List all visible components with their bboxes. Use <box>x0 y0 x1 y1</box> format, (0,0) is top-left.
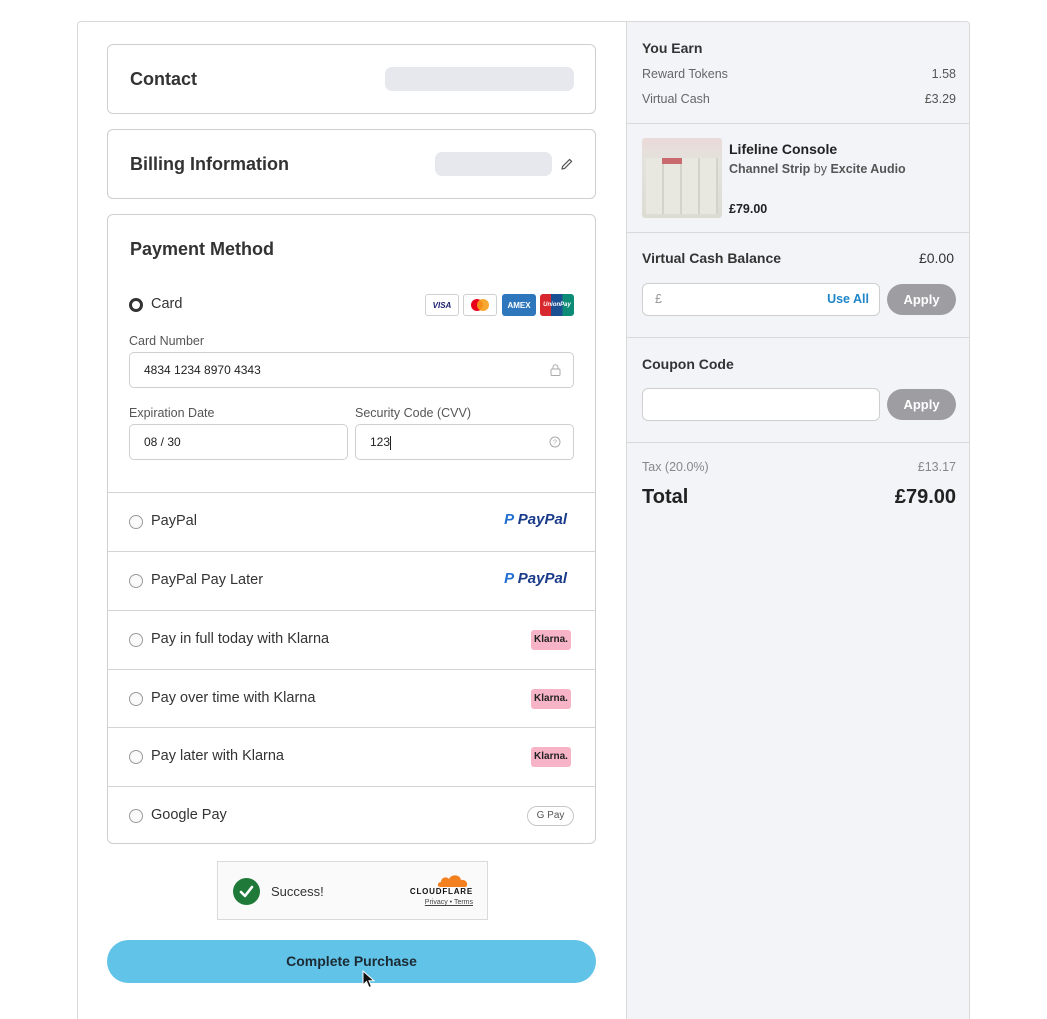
virtual-cash-input[interactable]: £ Use All <box>642 283 880 316</box>
coupon-code-label: Coupon Code <box>642 356 734 372</box>
billing-section[interactable]: Billing Information <box>107 129 596 199</box>
checkout-form: Contact Billing Information Payment Meth… <box>78 22 626 1019</box>
klarna-over-time-radio[interactable] <box>129 692 143 706</box>
paypal-logo-icon: P PayPal <box>504 511 567 528</box>
amex-icon: AMEX <box>502 294 536 316</box>
cvv-value: 123 <box>370 435 391 449</box>
captcha-status: Success! <box>271 884 324 899</box>
use-all-link[interactable]: Use All <box>827 292 869 306</box>
klarna-over-time-label: Pay over time with Klarna <box>151 690 316 706</box>
product-byline: Channel Strip by Excite Audio <box>729 162 906 176</box>
cloudflare-logo: CLOUDFLARE <box>409 887 473 896</box>
visa-icon: VISA <box>425 294 459 316</box>
paypal-pay-later-label: PayPal Pay Later <box>151 572 264 588</box>
help-icon[interactable]: ? <box>549 436 561 448</box>
payment-option-paypal[interactable]: PayPal P PayPal <box>108 492 595 551</box>
product-price: £79.00 <box>729 202 768 216</box>
expiration-date-input[interactable]: 08 / 30 <box>129 424 348 460</box>
payment-option-klarna-over-time[interactable]: Pay over time with Klarna Klarna. <box>108 669 595 728</box>
payment-method-section: Payment Method Card VISA AMEX UnionPay C… <box>107 214 596 844</box>
product-vendor[interactable]: Excite Audio <box>830 162 905 176</box>
card-number-value: 4834 1234 8970 4343 <box>144 363 261 377</box>
virtual-cash-balance-value: £0.00 <box>918 250 954 266</box>
paypal-pay-later-radio[interactable] <box>129 574 143 588</box>
you-earn-section: You Earn Reward Tokens 1.58 Virtual Cash… <box>627 22 969 124</box>
tax-value: £13.17 <box>917 460 956 474</box>
klarna-logo-icon: Klarna. <box>531 630 571 650</box>
card-brand-logos: VISA AMEX UnionPay <box>425 294 575 316</box>
product-thumbnail-accent <box>662 158 682 164</box>
mouse-cursor-icon <box>362 970 376 989</box>
reward-tokens-value: 1.58 <box>931 67 956 81</box>
order-summary: You Earn Reward Tokens 1.58 Virtual Cash… <box>626 22 969 1019</box>
lock-icon <box>550 364 561 376</box>
payment-method-title: Payment Method <box>130 239 275 259</box>
google-pay-radio[interactable] <box>129 809 143 823</box>
billing-value-placeholder <box>435 152 552 176</box>
google-pay-label: Google Pay <box>151 807 227 823</box>
virtual-cash-value: £3.29 <box>924 92 956 106</box>
expiration-date-label: Expiration Date <box>129 406 215 420</box>
cvv-input[interactable]: 123 ? <box>355 424 574 460</box>
klarna-logo-icon: Klarna. <box>531 747 571 767</box>
totals-section: Tax (20.0%) £13.17 Total £79.00 <box>627 443 969 543</box>
klarna-logo-icon: Klarna. <box>531 689 571 709</box>
currency-prefix: £ <box>655 292 662 306</box>
complete-purchase-button[interactable]: Complete Purchase <box>107 940 596 983</box>
product-thumbnail[interactable] <box>642 138 722 218</box>
product-category: Channel Strip <box>729 162 811 176</box>
klarna-later-radio[interactable] <box>129 750 143 764</box>
virtual-cash-label: Virtual Cash <box>642 92 710 106</box>
mastercard-icon <box>463 294 497 316</box>
payment-option-paypal-pay-later[interactable]: PayPal Pay Later P PayPal <box>108 551 595 610</box>
billing-title: Billing Information <box>130 154 289 174</box>
card-label: Card <box>151 296 183 312</box>
paypal-label: PayPal <box>151 513 197 529</box>
virtual-cash-balance-section: Virtual Cash Balance £0.00 £ Use All App… <box>627 233 969 338</box>
tax-label: Tax (20.0%) <box>642 460 709 474</box>
paypal-radio[interactable] <box>129 515 143 529</box>
cloudflare-cloud-icon <box>437 875 468 887</box>
card-number-label: Card Number <box>129 334 205 348</box>
captcha-privacy-terms-links[interactable]: Privacy • Terms <box>425 899 473 906</box>
virtual-cash-apply-button[interactable]: Apply <box>887 284 956 315</box>
reward-tokens-label: Reward Tokens <box>642 67 728 81</box>
payment-option-klarna-later[interactable]: Pay later with Klarna Klarna. <box>108 727 595 786</box>
total-value: £79.00 <box>894 486 956 508</box>
payment-option-klarna-full[interactable]: Pay in full today with Klarna Klarna. <box>108 610 595 669</box>
success-check-icon <box>233 878 260 905</box>
cvv-label: Security Code (CVV) <box>355 406 472 420</box>
edit-pencil-icon[interactable] <box>560 157 574 171</box>
card-number-input[interactable]: 4834 1234 8970 4343 <box>129 352 574 388</box>
payment-option-google-pay[interactable]: Google Pay G Pay <box>108 786 595 845</box>
contact-title: Contact <box>130 69 197 89</box>
product-by: by <box>813 162 827 176</box>
klarna-full-label: Pay in full today with Klarna <box>151 631 330 647</box>
klarna-full-radio[interactable] <box>129 633 143 647</box>
coupon-code-input[interactable] <box>642 388 880 421</box>
checkout-frame: Contact Billing Information Payment Meth… <box>77 21 970 1019</box>
google-pay-logo-icon: G Pay <box>527 806 574 826</box>
coupon-code-section: Coupon Code Apply <box>627 338 969 443</box>
svg-text:?: ? <box>553 440 557 447</box>
coupon-apply-button[interactable]: Apply <box>887 389 956 420</box>
klarna-later-label: Pay later with Klarna <box>151 748 284 764</box>
card-radio[interactable] <box>129 298 143 312</box>
contact-value-placeholder <box>385 67 574 91</box>
text-cursor <box>390 435 392 450</box>
unionpay-icon: UnionPay <box>540 294 574 316</box>
product-name[interactable]: Lifeline Console <box>729 141 837 157</box>
you-earn-title: You Earn <box>642 40 703 56</box>
cloudflare-captcha-widget[interactable]: Success! CLOUDFLARE Privacy • Terms <box>217 861 488 920</box>
virtual-cash-balance-label: Virtual Cash Balance <box>642 250 782 266</box>
paypal-logo-icon: P PayPal <box>504 570 567 587</box>
product-thumbnail-art <box>646 158 718 214</box>
expiration-date-value: 08 / 30 <box>144 435 181 449</box>
total-label: Total <box>642 486 689 508</box>
product-section: Lifeline Console Channel Strip by Excite… <box>627 124 969 233</box>
contact-section[interactable]: Contact <box>107 44 596 114</box>
